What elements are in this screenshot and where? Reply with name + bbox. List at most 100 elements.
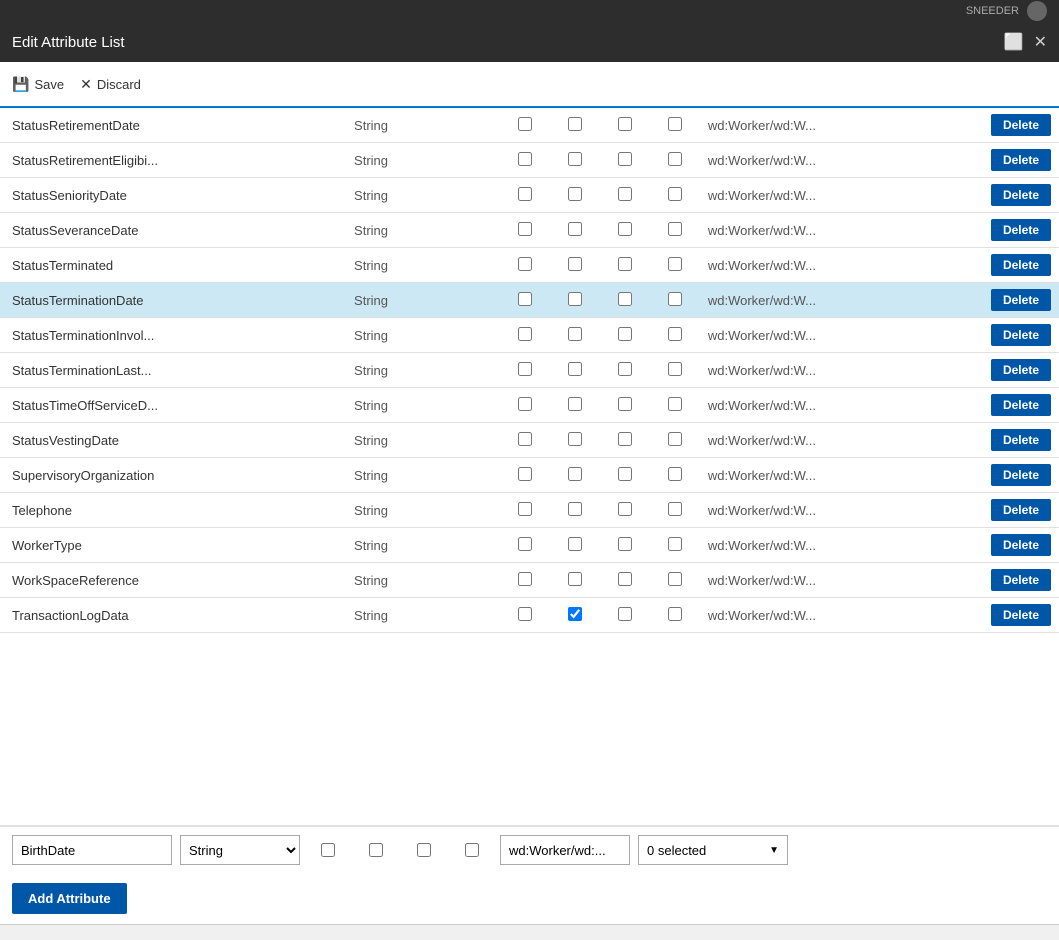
chk3[interactable] xyxy=(618,467,632,481)
chk4[interactable] xyxy=(668,327,682,341)
chk1[interactable] xyxy=(518,502,532,516)
delete-button[interactable]: Delete xyxy=(991,289,1051,311)
attr-chk1-cell xyxy=(500,458,550,493)
chk1[interactable] xyxy=(518,117,532,131)
delete-button[interactable]: Delete xyxy=(991,604,1051,626)
discard-button[interactable]: ✕ Discard xyxy=(80,76,141,93)
save-button[interactable]: 💾 Save xyxy=(12,76,64,93)
chk3[interactable] xyxy=(618,397,632,411)
delete-button[interactable]: Delete xyxy=(991,254,1051,276)
chk2[interactable] xyxy=(568,572,582,586)
chk3[interactable] xyxy=(618,432,632,446)
chk4[interactable] xyxy=(668,467,682,481)
chk3[interactable] xyxy=(618,257,632,271)
maximize-button[interactable]: ⬜ xyxy=(1004,32,1024,52)
delete-button[interactable]: Delete xyxy=(991,499,1051,521)
chk3[interactable] xyxy=(618,292,632,306)
new-selected-dropdown[interactable]: 0 selected ▼ xyxy=(638,835,788,865)
chk4[interactable] xyxy=(668,397,682,411)
new-chk2[interactable] xyxy=(369,843,383,857)
chk3[interactable] xyxy=(618,362,632,376)
close-button[interactable]: ✕ xyxy=(1034,32,1047,52)
chk2[interactable] xyxy=(568,152,582,166)
chk1[interactable] xyxy=(518,572,532,586)
attr-chk4-cell xyxy=(650,353,700,388)
attr-chk2-cell xyxy=(550,353,600,388)
chk2[interactable] xyxy=(568,222,582,236)
chk4[interactable] xyxy=(668,187,682,201)
chk3[interactable] xyxy=(618,607,632,621)
chk2[interactable] xyxy=(568,502,582,516)
chk4[interactable] xyxy=(668,607,682,621)
chk3[interactable] xyxy=(618,187,632,201)
chk4[interactable] xyxy=(668,502,682,516)
new-path-input[interactable] xyxy=(500,835,630,865)
chk2[interactable] xyxy=(568,187,582,201)
delete-button[interactable]: Delete xyxy=(991,394,1051,416)
chk3[interactable] xyxy=(618,152,632,166)
chk4[interactable] xyxy=(668,432,682,446)
new-attribute-name-input[interactable] xyxy=(12,835,172,865)
chk4[interactable] xyxy=(668,117,682,131)
table-row: TransactionLogData String wd:Worker/wd:W… xyxy=(0,598,1059,633)
chk2[interactable] xyxy=(568,432,582,446)
delete-button[interactable]: Delete xyxy=(991,149,1051,171)
delete-button[interactable]: Delete xyxy=(991,429,1051,451)
chk1[interactable] xyxy=(518,327,532,341)
chk4[interactable] xyxy=(668,257,682,271)
chk3[interactable] xyxy=(618,502,632,516)
table-row: StatusTerminationDate String wd:Worker/w… xyxy=(0,283,1059,318)
chk1[interactable] xyxy=(518,537,532,551)
delete-button[interactable]: Delete xyxy=(991,114,1051,136)
attr-chk2-cell xyxy=(550,283,600,318)
chk1[interactable] xyxy=(518,432,532,446)
chk1[interactable] xyxy=(518,362,532,376)
new-chk3[interactable] xyxy=(417,843,431,857)
chk1[interactable] xyxy=(518,152,532,166)
chk1[interactable] xyxy=(518,467,532,481)
chk4[interactable] xyxy=(668,537,682,551)
chk2[interactable] xyxy=(568,292,582,306)
new-attribute-type-select[interactable]: String Integer Boolean Date xyxy=(180,835,300,865)
chk2[interactable] xyxy=(568,537,582,551)
delete-button[interactable]: Delete xyxy=(991,324,1051,346)
chk3[interactable] xyxy=(618,222,632,236)
delete-button[interactable]: Delete xyxy=(991,184,1051,206)
chk2[interactable] xyxy=(568,467,582,481)
chk2[interactable] xyxy=(568,327,582,341)
delete-button[interactable]: Delete xyxy=(991,359,1051,381)
chk1[interactable] xyxy=(518,222,532,236)
chk2[interactable] xyxy=(568,397,582,411)
new-chk4[interactable] xyxy=(465,843,479,857)
attr-chk4-cell xyxy=(650,283,700,318)
delete-button[interactable]: Delete xyxy=(991,534,1051,556)
chk2[interactable] xyxy=(568,607,582,621)
chk1[interactable] xyxy=(518,397,532,411)
chk3[interactable] xyxy=(618,537,632,551)
chk1[interactable] xyxy=(518,292,532,306)
new-chk1[interactable] xyxy=(321,843,335,857)
horizontal-scrollbar[interactable] xyxy=(0,924,1059,940)
chk2[interactable] xyxy=(568,362,582,376)
chk1[interactable] xyxy=(518,607,532,621)
chk3[interactable] xyxy=(618,117,632,131)
chk4[interactable] xyxy=(668,222,682,236)
attr-type-cell: String xyxy=(346,283,500,318)
chk4[interactable] xyxy=(668,152,682,166)
attr-action-cell: Delete xyxy=(969,423,1059,458)
chk4[interactable] xyxy=(668,292,682,306)
add-attribute-button[interactable]: Add Attribute xyxy=(12,883,127,914)
attr-name-cell: WorkerType xyxy=(0,528,346,563)
chk4[interactable] xyxy=(668,572,682,586)
chk1[interactable] xyxy=(518,187,532,201)
delete-button[interactable]: Delete xyxy=(991,464,1051,486)
delete-button[interactable]: Delete xyxy=(991,219,1051,241)
chk1[interactable] xyxy=(518,257,532,271)
chk3[interactable] xyxy=(618,572,632,586)
chk2[interactable] xyxy=(568,117,582,131)
chk2[interactable] xyxy=(568,257,582,271)
delete-button[interactable]: Delete xyxy=(991,569,1051,591)
chk3[interactable] xyxy=(618,327,632,341)
chk4[interactable] xyxy=(668,362,682,376)
attr-name-cell: StatusRetirementEligibi... xyxy=(0,143,346,178)
